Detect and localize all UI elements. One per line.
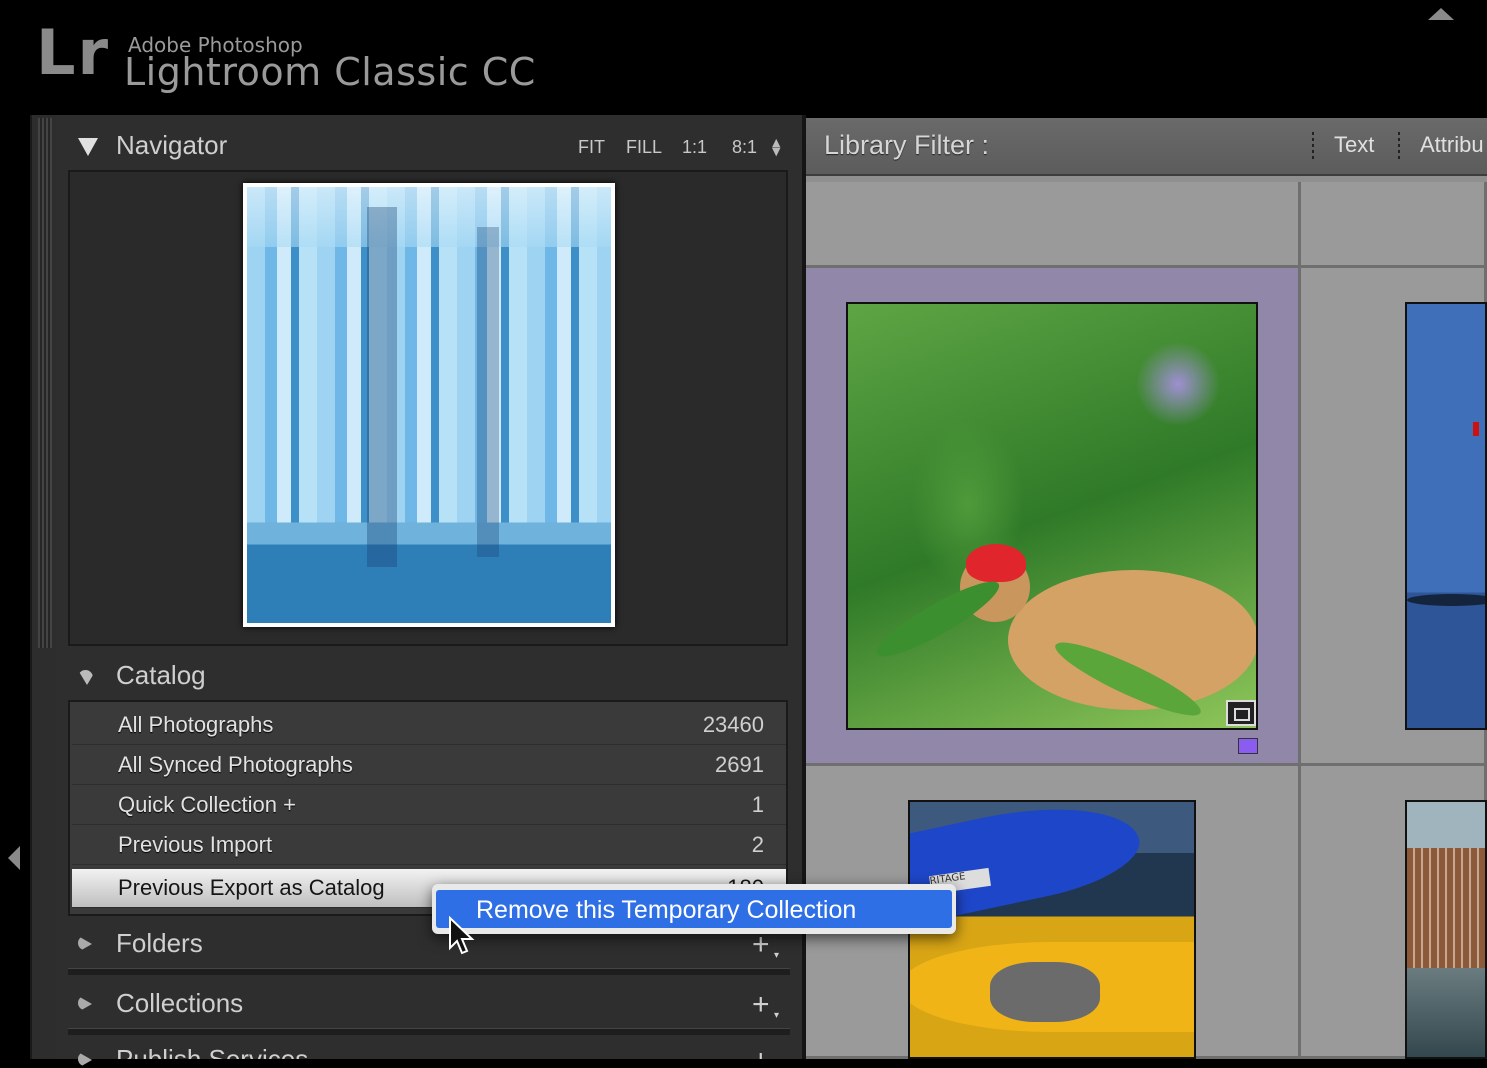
image-highlight <box>247 187 611 247</box>
brand-product-name: Lightroom Classic CC <box>124 50 536 94</box>
add-folder-menu-caret-icon[interactable]: ▾ <box>774 950 779 961</box>
collections-disclosure-triangle-icon[interactable] <box>78 996 92 1012</box>
catalog-item-count: 2 <box>751 832 764 857</box>
menu-item-label: Remove this Temporary Collection <box>476 896 857 924</box>
catalog-item-quick-collection[interactable]: Quick Collection + 1 <box>72 786 786 825</box>
publish-services-title[interactable]: Publish Services <box>116 1044 308 1059</box>
folders-title[interactable]: Folders <box>116 928 203 959</box>
stack-badge-icon[interactable] <box>1226 700 1256 726</box>
catalog-title[interactable]: Catalog <box>116 660 206 691</box>
grid-cell[interactable] <box>1301 268 1487 766</box>
building-shape <box>1407 848 1485 968</box>
add-folder-plus-icon[interactable]: + <box>752 930 770 960</box>
library-filter-title: Library Filter : <box>824 130 990 160</box>
image-crevice <box>477 227 499 557</box>
catalog-item-count: 23460 <box>702 712 764 737</box>
add-collection-plus-icon[interactable]: + <box>752 990 770 1020</box>
catalog-item-label: Quick Collection + <box>118 792 296 817</box>
catalog-item-previous-import[interactable]: Previous Import 2 <box>72 826 786 865</box>
zoom-8-1[interactable]: 8:1 <box>732 137 757 158</box>
catalog-item-count: 2691 <box>715 752 764 777</box>
folders-disclosure-triangle-icon[interactable] <box>78 936 92 952</box>
library-filter-bar: Library Filter : Text Attribu <box>806 118 1487 176</box>
rock-shape <box>1407 594 1485 606</box>
remove-temporary-collection-menu-item[interactable]: Remove this Temporary Collection <box>436 890 952 928</box>
catalog-item-label: All Photographs <box>118 712 274 737</box>
zoom-stepper-icon[interactable]: ▲ ▼ <box>772 137 780 157</box>
color-label-purple-icon[interactable] <box>1238 738 1258 754</box>
catalog-item-all-photographs[interactable]: All Photographs 23460 <box>72 706 786 745</box>
navigator-preview[interactable] <box>243 183 615 627</box>
lr-logo: Lr <box>36 16 111 89</box>
thumbnail-sea[interactable] <box>1405 302 1487 730</box>
hen-comb-shape <box>966 544 1026 582</box>
collections-title[interactable]: Collections <box>116 988 243 1019</box>
filter-text-option[interactable]: Text <box>1334 132 1374 158</box>
context-menu: Remove this Temporary Collection <box>432 884 956 934</box>
grid-cell[interactable] <box>1301 182 1487 268</box>
add-publish-service-plus-icon[interactable]: + <box>752 1046 770 1059</box>
grid-cell[interactable] <box>806 182 1301 268</box>
water-shape <box>1407 968 1485 1057</box>
grid-cell[interactable] <box>1301 766 1487 1059</box>
grid-cell-selected[interactable] <box>806 268 1301 766</box>
zoom-fill[interactable]: FILL <box>626 137 662 158</box>
catalog-disclosure-triangle-icon[interactable] <box>78 670 96 685</box>
catalog-item-label: Previous Export as Catalog <box>118 875 385 900</box>
zoom-1-1[interactable]: 1:1 <box>682 137 707 158</box>
catalog-item-all-synced-photographs[interactable]: All Synced Photographs 2691 <box>72 746 786 785</box>
mouse-pointer-icon <box>449 916 475 955</box>
buoy-shape <box>1473 422 1479 436</box>
image-crevice <box>367 207 397 567</box>
filter-separator <box>1398 132 1400 160</box>
add-collection-menu-caret-icon[interactable]: ▾ <box>774 1010 779 1021</box>
thumbnail-hen-in-plants[interactable] <box>846 302 1258 730</box>
navigator-disclosure-triangle-icon[interactable] <box>78 138 98 156</box>
filter-attribute-option[interactable]: Attribu <box>1420 132 1487 158</box>
collapse-left-icon[interactable] <box>8 846 20 870</box>
catalog-item-label: Previous Import <box>118 832 273 857</box>
glacier-preview-image <box>247 187 611 623</box>
collapse-up-icon[interactable] <box>1428 8 1454 20</box>
section-divider <box>68 968 790 975</box>
catalog-item-count: 1 <box>751 792 764 817</box>
zoom-fit[interactable]: FIT <box>578 137 605 158</box>
filter-separator <box>1312 132 1314 160</box>
kayak-seat-shape <box>990 962 1100 1022</box>
publish-disclosure-triangle-icon[interactable] <box>78 1052 92 1068</box>
section-divider <box>68 1028 790 1035</box>
catalog-item-label: All Synced Photographs <box>118 752 353 777</box>
thumbnail-mill-building[interactable] <box>1405 800 1487 1059</box>
panel-grip-texture <box>38 118 52 648</box>
navigator-title[interactable]: Navigator <box>116 130 227 161</box>
